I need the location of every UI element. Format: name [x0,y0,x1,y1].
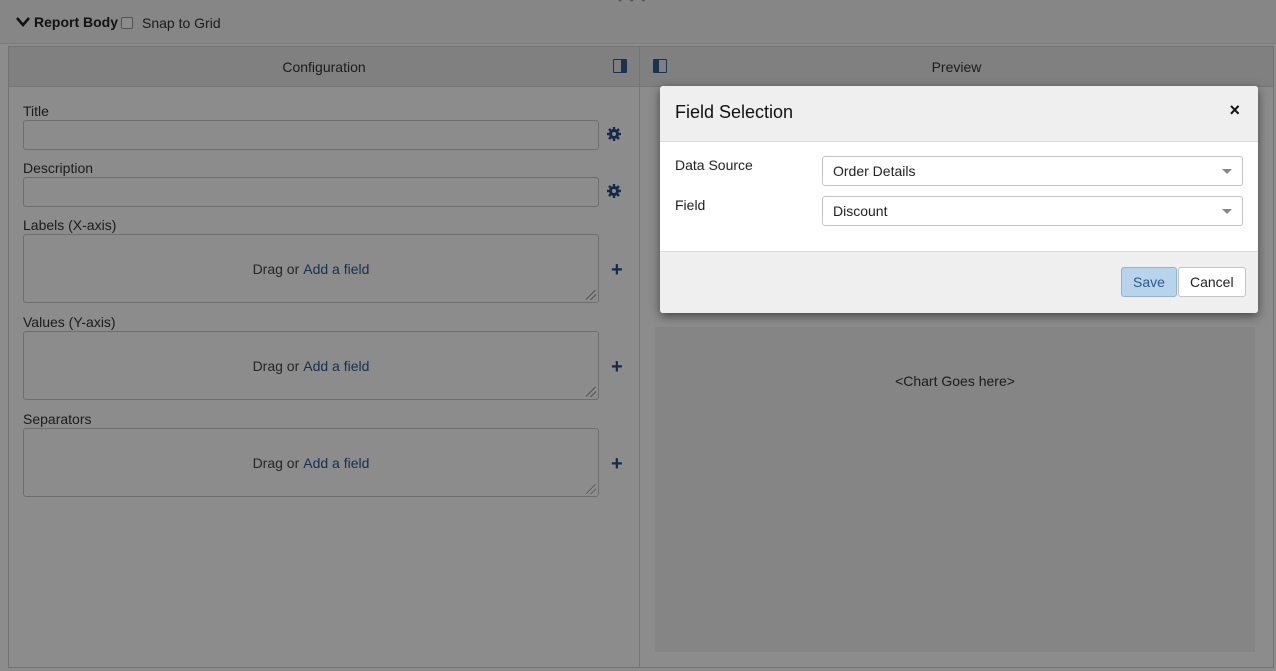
chevron-down-icon [1222,209,1232,214]
field-label: Field [675,197,706,213]
save-button[interactable]: Save [1121,267,1177,297]
field-selection-dialog: Field Selection × Data Source Order Deta… [660,86,1258,313]
field-select[interactable]: Discount [822,196,1243,226]
dialog-body: Data Source Order Details Field Discount [660,142,1258,252]
data-source-select[interactable]: Order Details [822,156,1243,186]
data-source-value: Order Details [833,163,916,179]
dialog-header: Field Selection × [660,86,1258,142]
dialog-footer: Save Cancel [660,252,1258,313]
dialog-title: Field Selection [675,102,794,122]
field-value: Discount [833,203,888,219]
data-source-label: Data Source [675,157,753,173]
chevron-down-icon [1222,169,1232,174]
cancel-button[interactable]: Cancel [1178,267,1246,297]
close-icon[interactable]: × [1229,100,1240,121]
